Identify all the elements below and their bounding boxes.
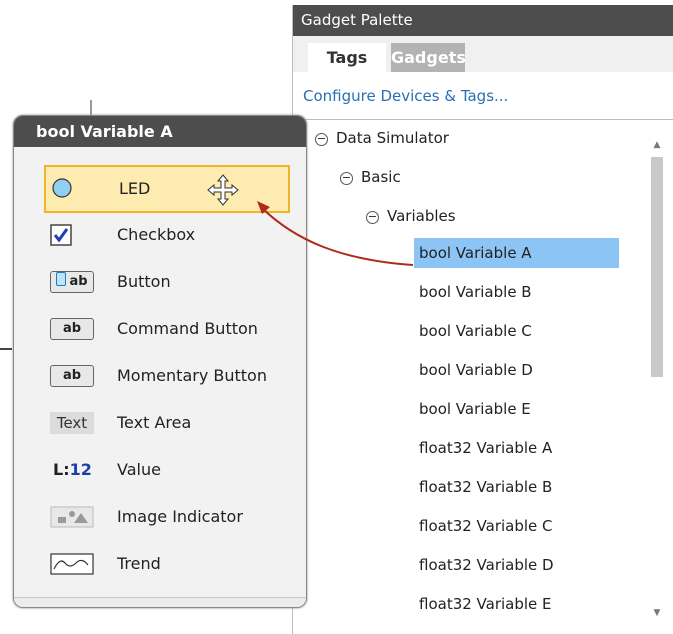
scrollbar-thumb[interactable]	[651, 157, 663, 377]
background-divider	[0, 348, 12, 350]
gadget-palette: Gadget Palette Tags Gadgets Configure De…	[292, 5, 673, 634]
tree-item-float32-variable-a[interactable]: float32 Variable A	[419, 433, 552, 463]
tab-gadgets[interactable]: Gadgets	[391, 43, 466, 72]
tree-item-bool-variable-b[interactable]: bool Variable B	[419, 277, 532, 307]
collapse-icon[interactable]: −	[340, 172, 353, 185]
checkbox-icon	[50, 224, 72, 246]
popup-footer	[14, 597, 306, 607]
gadget-label: Value	[117, 460, 161, 479]
gadget-label: Checkbox	[117, 225, 196, 244]
gadget-label: Command Button	[117, 319, 258, 338]
value-icon: L:12	[53, 460, 92, 479]
momentary-button-icon: ab	[50, 365, 96, 387]
tree-item-bool-variable-c[interactable]: bool Variable C	[419, 316, 532, 346]
scroll-down-icon[interactable]: ▼	[651, 608, 663, 618]
collapse-icon[interactable]: −	[315, 133, 328, 146]
gadget-momentary-button[interactable]: ab Momentary Button	[44, 357, 289, 395]
tree-node-data-simulator[interactable]: − Data Simulator	[315, 123, 449, 153]
move-cursor-icon	[207, 174, 239, 206]
popup-title: bool Variable A	[14, 116, 306, 147]
gadget-label: Button	[117, 272, 171, 291]
scroll-up-icon[interactable]: ▲	[651, 140, 663, 150]
image-indicator-icon	[50, 506, 94, 528]
trend-icon	[50, 553, 94, 575]
gadget-trend[interactable]: Trend	[44, 545, 289, 583]
gadget-label: Trend	[117, 554, 161, 573]
gadget-value[interactable]: L:12 Value	[44, 451, 289, 489]
gadget-label: Image Indicator	[117, 507, 243, 526]
tree-item-float32-variable-b[interactable]: float32 Variable B	[419, 472, 552, 502]
tree-node-label: Variables	[387, 207, 456, 225]
gadget-chooser-popup: bool Variable A LED Checkbox ab Button a…	[13, 115, 307, 608]
tree-node-variables[interactable]: − Variables	[366, 201, 456, 231]
gadget-label: LED	[119, 179, 151, 198]
tree-item-float32-variable-e[interactable]: float32 Variable E	[419, 589, 552, 619]
gadget-label: Momentary Button	[117, 366, 267, 385]
configure-devices-link[interactable]: Configure Devices & Tags...	[293, 73, 673, 120]
text-area-icon: Text	[50, 412, 96, 434]
tree-item-float32-variable-c[interactable]: float32 Variable C	[419, 511, 553, 541]
gadget-text-area[interactable]: Text Text Area	[44, 404, 289, 442]
tree-item-bool-variable-e[interactable]: bool Variable E	[419, 394, 531, 424]
gadget-led[interactable]: LED	[44, 165, 290, 213]
gadget-command-button[interactable]: ab Command Button	[44, 310, 289, 348]
tree-item-float32-variable-d[interactable]: float32 Variable D	[419, 550, 554, 580]
led-icon	[52, 178, 72, 198]
collapse-icon[interactable]: −	[366, 211, 379, 224]
tree-item-bool-variable-d[interactable]: bool Variable D	[419, 355, 533, 385]
tree-item-bool-variable-a[interactable]: bool Variable A	[414, 238, 619, 268]
palette-tabs: Tags Gadgets	[293, 36, 673, 73]
command-button-icon: ab	[50, 318, 96, 340]
tree-node-label: Data Simulator	[336, 129, 449, 147]
tree-node-basic[interactable]: − Basic	[340, 162, 401, 192]
gadget-image-indicator[interactable]: Image Indicator	[44, 498, 289, 536]
gadget-button[interactable]: ab Button	[44, 263, 289, 301]
palette-title: Gadget Palette	[293, 5, 673, 36]
tree-node-label: Basic	[361, 168, 401, 186]
gadget-checkbox[interactable]: Checkbox	[44, 216, 289, 254]
button-icon: ab	[50, 271, 96, 293]
tab-tags[interactable]: Tags	[308, 43, 386, 72]
gadget-label: Text Area	[117, 413, 192, 432]
